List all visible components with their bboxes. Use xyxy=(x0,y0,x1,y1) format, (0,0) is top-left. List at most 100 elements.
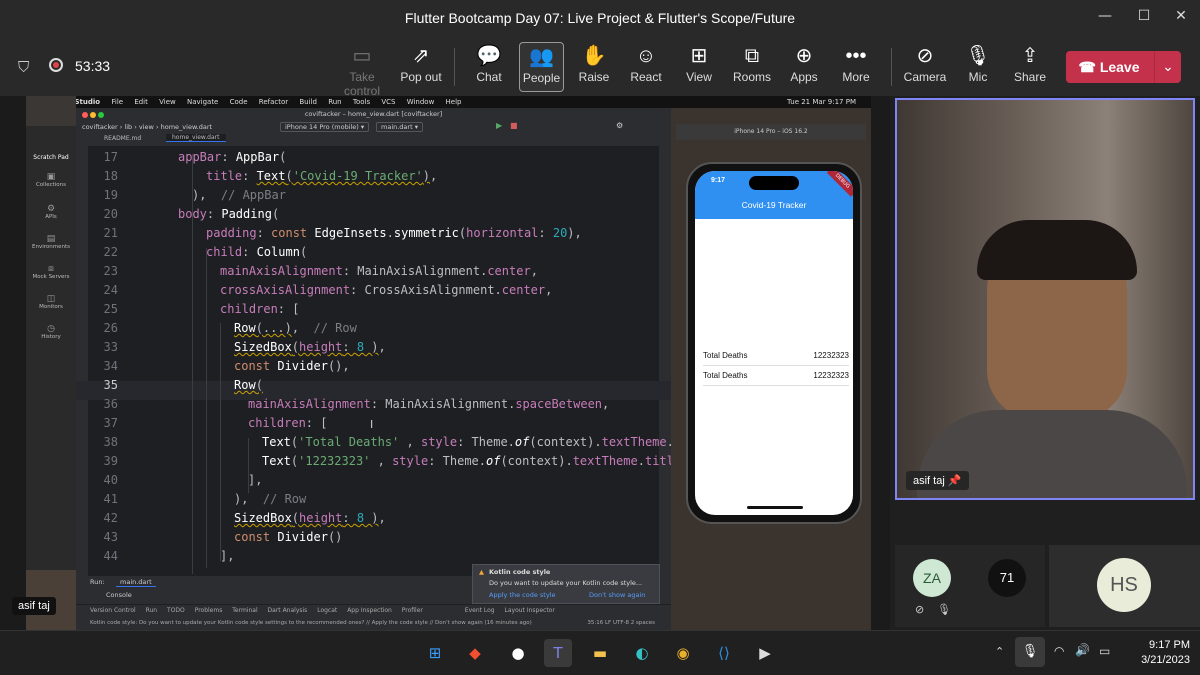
debug-banner: DEBUG xyxy=(826,171,853,197)
code-line: mainAxisAlignment: MainAxisAlignment.spa… xyxy=(248,397,610,411)
tab-home-view[interactable]: home_view.dart xyxy=(166,134,226,142)
pop-out-icon: ⇗ xyxy=(412,45,430,67)
mock-servers-icon: ⧈ xyxy=(48,264,54,274)
code-line: Row(...), // Row xyxy=(234,321,357,335)
raise-hand-icon: ✋ xyxy=(581,45,607,67)
simulator-title: iPhone 14 Pro – iOS 16.2 xyxy=(676,124,866,140)
run-config-selector[interactable]: main.dart ▾ xyxy=(376,122,423,132)
chevron-down-icon[interactable]: ⌄ xyxy=(1154,51,1181,83)
presenter-name-label: asif taj xyxy=(12,597,56,615)
wifi-icon[interactable]: ◠ xyxy=(1054,644,1064,658)
pop-out-button[interactable]: ⇗ Pop out xyxy=(391,42,451,92)
video-name-label: asif taj 📌 xyxy=(906,471,969,490)
raise-hand-button[interactable]: ✋ Raise xyxy=(564,42,624,92)
editor-tabs: README.md home_view.dart xyxy=(76,133,671,147)
environments-item[interactable]: ▤ Environments xyxy=(26,234,76,250)
code-line: padding: const EdgeInsets.symmetric(hori… xyxy=(206,226,582,240)
scratch-pad-title: Scratch Pad xyxy=(33,154,69,161)
apis-item[interactable]: ⚙ APIs xyxy=(26,204,76,220)
mic-button[interactable]: 🎙 Mic xyxy=(948,42,1008,92)
github-icon[interactable]: ● xyxy=(504,639,532,667)
react-icon: ☺ xyxy=(635,45,657,67)
collections-icon: ▣ xyxy=(46,172,56,182)
minimize-button[interactable]: — xyxy=(1094,8,1116,28)
avatar: 71 xyxy=(988,559,1026,597)
volume-icon[interactable]: 🔊 xyxy=(1075,643,1090,657)
take-control-button[interactable]: ▭ Take control xyxy=(332,42,392,98)
monitors-icon: ◫ xyxy=(46,294,56,304)
camera-button[interactable]: ⊘ Camera xyxy=(895,42,955,92)
share-button[interactable]: ⇪ Share xyxy=(1000,42,1060,92)
code-line: ), // Row xyxy=(234,492,307,506)
breadcrumb: coviftacker › lib › view › home_view.dar… xyxy=(82,123,213,131)
window-title: Flutter Bootcamp Day 07: Live Project & … xyxy=(404,10,796,26)
tray-clock[interactable]: 9:17 PM 3/21/2023 xyxy=(1118,638,1190,668)
run-icon[interactable]: ▶ xyxy=(496,121,502,130)
git-icon[interactable]: ◆ xyxy=(461,639,489,667)
avatar: HS xyxy=(1097,558,1151,612)
people-button[interactable]: 👥 People xyxy=(519,42,564,92)
vscode-icon[interactable]: ⟨⟩ xyxy=(710,639,738,667)
maximize-button[interactable]: ☐ xyxy=(1133,8,1155,28)
teams-icon[interactable]: T xyxy=(544,639,572,667)
close-button[interactable]: ✕ xyxy=(1170,8,1192,28)
text-cursor-icon: I xyxy=(370,418,374,431)
ide-window-title: coviftacker – home_view.dart [coviftacke… xyxy=(304,110,443,118)
mac-menu-bar: Android Studio File Edit View Navigate C… xyxy=(26,96,871,108)
shield-icon[interactable]: ⛉ xyxy=(18,58,29,76)
code-line: title: Text('Covid-19 Tracker'), xyxy=(206,169,438,183)
chevron-up-icon[interactable]: ⌃ xyxy=(995,645,1004,658)
chat-button[interactable]: 💬 Chat xyxy=(459,42,519,92)
leave-button[interactable]: ☎ Leave ⌄ xyxy=(1066,51,1181,83)
media-player-icon[interactable]: ▶ xyxy=(751,639,779,667)
history-icon: ◷ xyxy=(47,324,55,334)
apply-code-style-link[interactable]: Apply the code style xyxy=(489,591,555,599)
device-selector[interactable]: iPhone 14 Pro (mobile) ▾ xyxy=(280,122,370,132)
people-icon: 👥 xyxy=(529,46,554,68)
tab-readme[interactable]: README.md xyxy=(104,135,141,142)
more-button[interactable]: ••• More xyxy=(826,42,886,92)
mic-off-icon[interactable]: 🎙 xyxy=(1015,637,1045,667)
pin-icon[interactable]: 📌 xyxy=(948,475,962,487)
mic-off-icon: 🎙 xyxy=(937,603,951,616)
code-line: ), // AppBar xyxy=(192,188,286,202)
environments-icon: ▤ xyxy=(46,234,56,244)
mock-servers-item[interactable]: ⧈ Mock Servers xyxy=(26,264,76,280)
home-indicator xyxy=(747,506,803,509)
dont-show-again-link[interactable]: Don't show again xyxy=(589,591,645,599)
view-button[interactable]: ⊞ View xyxy=(669,42,729,92)
code-line: crossAxisAlignment: CrossAxisAlignment.c… xyxy=(220,283,553,297)
toolbar-divider xyxy=(454,48,455,86)
code-line: SizedBox(height: 8 ), xyxy=(234,340,386,354)
iphone-simulator: 9:17 DEBUG Covid-19 Tracker Total Deaths… xyxy=(686,162,862,524)
code-line: const Divider() xyxy=(234,530,343,544)
chrome-icon[interactable]: ◉ xyxy=(669,639,697,667)
run-tab[interactable]: main.dart xyxy=(116,578,156,587)
window-title-bar: Flutter Bootcamp Day 07: Live Project & … xyxy=(0,0,1200,38)
monitors-item[interactable]: ◫ Monitors xyxy=(26,294,76,310)
code-editor[interactable]: 17 appBar: AppBar( 18 title: Text('Covid… xyxy=(76,148,671,588)
participant-tile-za[interactable]: ZA ⊘ 🎙 71 xyxy=(895,545,1045,627)
apps-button[interactable]: ⊕ Apps xyxy=(774,42,834,92)
windows-start-icon[interactable]: ⊞ xyxy=(421,639,449,667)
mac-clock: Tue 21 Mar 9:17 PM xyxy=(787,98,856,106)
meeting-timer: 53:33 xyxy=(75,58,111,74)
file-explorer-icon[interactable]: ▬ xyxy=(586,639,614,667)
rooms-button[interactable]: ⧉ Rooms xyxy=(722,42,782,92)
participant-video[interactable] xyxy=(895,98,1195,500)
battery-icon[interactable]: ▭ xyxy=(1099,644,1110,658)
collections-item[interactable]: ▣ Collections xyxy=(26,172,76,188)
stop-icon[interactable]: ■ xyxy=(510,121,518,130)
leave-label[interactable]: ☎ Leave xyxy=(1066,51,1152,83)
code-line: children: [ xyxy=(220,302,300,316)
camera-off-icon: ⊘ xyxy=(916,45,934,67)
edge-icon[interactable]: ◐ xyxy=(628,639,656,667)
console-tab[interactable]: Console xyxy=(106,591,132,599)
code-line: Row( xyxy=(234,378,263,392)
participant-tile-hs[interactable]: HS xyxy=(1049,545,1200,627)
history-item[interactable]: ◷ History xyxy=(26,324,76,340)
react-button[interactable]: ☺ React xyxy=(616,42,676,92)
ide-header: coviftacker – home_view.dart [coviftacke… xyxy=(76,108,671,133)
settings-icon[interactable]: ⚙ xyxy=(616,121,623,130)
divider xyxy=(703,385,849,386)
